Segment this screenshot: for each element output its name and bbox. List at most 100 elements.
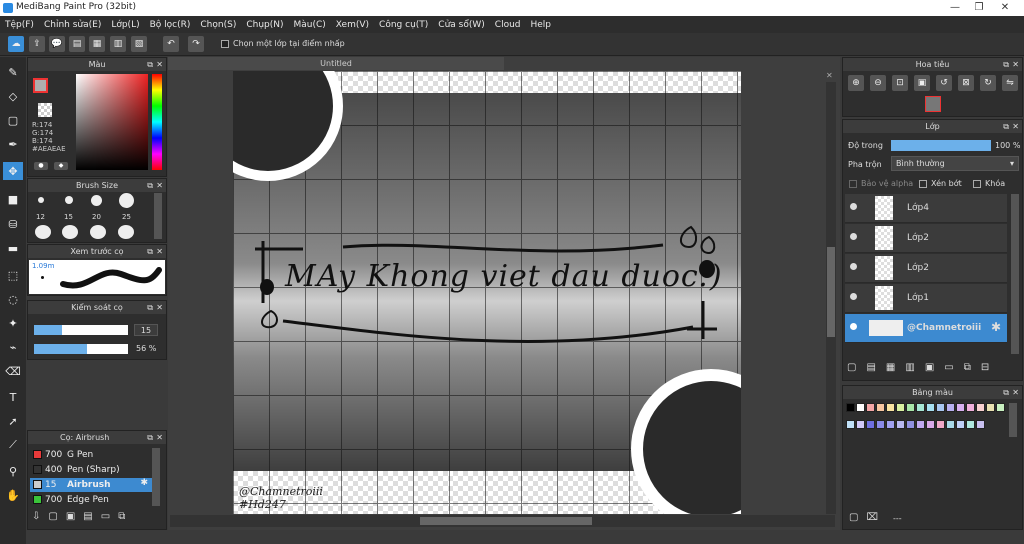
menu-filter[interactable]: Bộ lọc(R) — [145, 20, 196, 30]
float-icon[interactable]: ⧉ — [1003, 58, 1009, 71]
artboard[interactable]: MAy Khong viet dau duoc:) @Chamnetroiii … — [233, 71, 741, 514]
protect-alpha-checkbox[interactable] — [849, 180, 857, 188]
select-pen-icon[interactable]: ⌁ — [3, 338, 23, 356]
palette-swatch[interactable] — [876, 403, 885, 412]
duplicate-layer-icon[interactable]: ⧉ — [964, 362, 981, 373]
new-8bit-layer-icon[interactable]: ▦ — [886, 362, 905, 373]
reset-rotation-icon[interactable]: ⊠ — [958, 75, 974, 91]
pen-tool-icon[interactable]: ✒ — [3, 135, 23, 153]
float-icon[interactable]: ⧉ — [147, 245, 153, 258]
brush-opacity-slider[interactable] — [34, 344, 128, 354]
palette-swatch[interactable] — [876, 419, 885, 429]
sub-color-swatch[interactable] — [38, 103, 52, 117]
close-icon[interactable]: ✕ — [156, 179, 163, 192]
palette-swatch[interactable] — [936, 419, 945, 429]
menu-cloud[interactable]: Cloud — [490, 20, 526, 30]
menu-snap[interactable]: Chụp(N) — [241, 20, 288, 30]
canvas-close-icon[interactable]: ✕ — [826, 71, 833, 80]
rectangle-tool-icon[interactable]: ▢ — [3, 111, 23, 129]
swap-color-icon[interactable]: ◆ — [54, 162, 68, 170]
palette-swatch[interactable] — [966, 419, 975, 429]
layer-item[interactable]: Lớp4 — [845, 194, 1007, 223]
new-halftone-layer-icon[interactable]: ▤ — [866, 362, 885, 373]
flip-icon[interactable]: ⇋ — [1002, 75, 1018, 91]
brush-size-dot[interactable] — [62, 225, 78, 239]
palette-swatch[interactable] — [916, 403, 925, 412]
dropper-tool-icon[interactable]: ⟋ — [3, 436, 23, 454]
palette-swatch[interactable] — [996, 403, 1005, 412]
menu-tools[interactable]: Công cụ(T) — [374, 20, 433, 30]
palette-swatch[interactable] — [956, 403, 965, 412]
brush-size-slider[interactable] — [34, 325, 128, 335]
palette-swatch[interactable] — [986, 403, 995, 412]
brush-item-airbrush[interactable]: 15 Airbrush ✱ — [30, 478, 152, 492]
float-icon[interactable]: ⧉ — [147, 431, 153, 444]
close-icon[interactable]: ✕ — [156, 58, 163, 71]
palette-swatch[interactable] — [976, 403, 985, 412]
menu-select[interactable]: Chọn(S) — [195, 20, 241, 30]
rotate-right-icon[interactable]: ↻ — [980, 75, 996, 91]
new-brush-icon[interactable]: ▢ — [48, 511, 65, 522]
folder-icon[interactable]: ▭ — [944, 362, 963, 373]
brush-size-dot[interactable] — [118, 225, 134, 239]
float-icon[interactable]: ⧉ — [147, 301, 153, 314]
eyedropper-icon[interactable]: ⚲ — [3, 462, 23, 480]
visibility-eye-icon[interactable] — [850, 293, 857, 300]
palette-swatch[interactable] — [926, 403, 935, 412]
layer-item-selected[interactable]: @Chamnetroiii ✱ — [845, 314, 1007, 343]
layer-item[interactable]: Lớp2 — [845, 224, 1007, 253]
blend-mode-select[interactable]: Bình thường ▾ — [891, 156, 1019, 171]
close-icon[interactable]: ✕ — [156, 301, 163, 314]
palette-swatch[interactable] — [886, 419, 895, 429]
menu-window[interactable]: Cửa sổ(W) — [433, 20, 489, 30]
brush-size-dot[interactable] — [91, 195, 102, 206]
palette-swatch[interactable] — [896, 403, 905, 412]
brush-size-scrollbar[interactable] — [154, 193, 162, 239]
brush-size-dot[interactable] — [35, 225, 51, 239]
menu-file[interactable]: Tệp(F) — [0, 20, 39, 30]
new-1bit-layer-icon[interactable]: ▥ — [905, 362, 924, 373]
visibility-eye-icon[interactable] — [850, 233, 857, 240]
document-icon[interactable]: ▦ — [89, 36, 105, 52]
palette-swatch[interactable] — [926, 419, 935, 429]
lasso-tool-icon[interactable]: ◌ — [3, 290, 23, 308]
magic-wand-icon[interactable]: ✦ — [3, 314, 23, 332]
palette-add-icon[interactable]: ● — [34, 162, 48, 170]
eraser-tool-icon[interactable]: ◇ — [3, 87, 23, 105]
bucket-tool-icon[interactable]: ⛁ — [3, 215, 23, 233]
document-tab[interactable]: Untitled — [168, 57, 504, 70]
close-icon[interactable]: ✕ — [1012, 386, 1019, 399]
brush-menu-icon[interactable]: ▣ — [66, 511, 83, 522]
layer-menu-icon[interactable]: ▣ — [925, 362, 944, 373]
float-icon[interactable]: ⧉ — [1003, 386, 1009, 399]
brush-item-pen-sharp[interactable]: 400 Pen (Sharp) — [30, 463, 150, 477]
fill-rect-tool-icon[interactable]: ■ — [3, 190, 23, 208]
palette-swatch[interactable] — [976, 419, 985, 429]
menu-help[interactable]: Help — [526, 20, 557, 30]
palette-swatch[interactable] — [956, 419, 965, 429]
float-icon[interactable]: ⧉ — [1003, 120, 1009, 133]
text-tool-icon[interactable]: T — [3, 388, 23, 406]
gear-icon[interactable]: ✱ — [991, 320, 1001, 334]
visibility-eye-icon[interactable] — [850, 323, 857, 330]
select-rect-icon[interactable]: ⬚ — [3, 266, 23, 284]
palette-swatch[interactable] — [946, 403, 955, 412]
restore-button[interactable]: ❐ — [968, 0, 990, 15]
brush-size-dot[interactable] — [65, 196, 73, 204]
message-icon[interactable]: ▤ — [69, 36, 85, 52]
float-icon[interactable]: ⧉ — [147, 58, 153, 71]
visibility-eye-icon[interactable] — [850, 263, 857, 270]
brush-tool-icon[interactable]: ✎ — [3, 63, 23, 81]
palette-swatch[interactable] — [886, 403, 895, 412]
brush-size-dot[interactable] — [119, 193, 134, 208]
palette-swatch[interactable] — [906, 403, 915, 412]
close-icon[interactable]: ✕ — [1012, 120, 1019, 133]
brush-size-value[interactable]: 15 — [134, 324, 158, 336]
brush-item-g-pen[interactable]: 700 G Pen — [30, 448, 150, 462]
minimize-button[interactable]: — — [944, 0, 966, 15]
zoom-out-icon[interactable]: ⊖ — [870, 75, 886, 91]
brush-item-edge-pen[interactable]: 700 Edge Pen — [30, 493, 150, 507]
select-eraser-icon[interactable]: ⌫ — [3, 362, 23, 380]
main-color-swatch[interactable] — [33, 78, 48, 93]
grid-icon[interactable]: ▥ — [110, 36, 126, 52]
